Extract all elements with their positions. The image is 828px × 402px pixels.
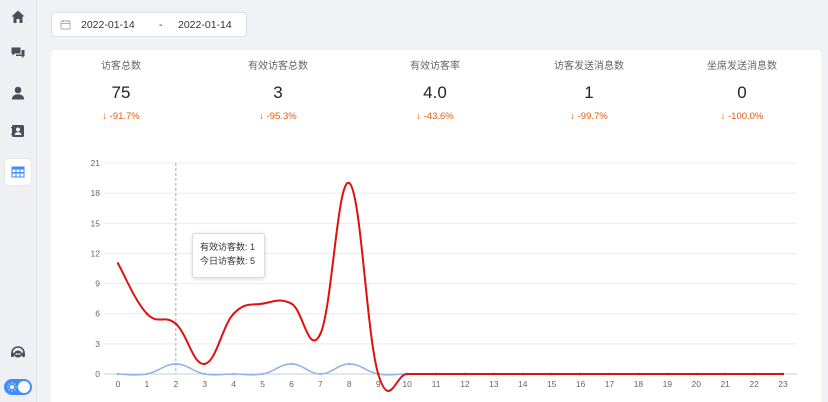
y-tick-label: 21: [91, 158, 101, 168]
x-tick-label: 15: [547, 379, 557, 389]
data-point: [434, 372, 438, 376]
nav-home[interactable]: [5, 4, 31, 30]
theme-toggle[interactable]: [4, 379, 32, 395]
stats-card: 访客总数 75 ↓ -91.7% 有效访客总数 3 ↓ -95.3% 有效访客率…: [51, 50, 821, 402]
x-tick-label: 10: [402, 379, 412, 389]
data-point: [752, 372, 756, 376]
x-tick-label: 7: [318, 379, 323, 389]
data-point: [261, 372, 264, 376]
data-point: [608, 372, 611, 376]
x-tick-label: 16: [576, 379, 586, 389]
home-icon: [11, 10, 25, 23]
x-tick-label: 11: [432, 379, 441, 389]
x-tick-label: 18: [634, 379, 644, 389]
x-tick-label: 6: [289, 379, 294, 389]
date-range-picker[interactable]: 2022-01-14 - 2022-01-14: [51, 12, 247, 37]
end-date[interactable]: 2022-01-14: [178, 19, 232, 31]
data-point: [232, 372, 235, 376]
data-point: [723, 372, 727, 376]
x-tick-label: 4: [231, 379, 236, 389]
y-tick-label: 12: [91, 248, 101, 258]
data-point: [116, 372, 120, 376]
y-tick-label: 9: [95, 279, 100, 289]
x-tick-label: 8: [347, 379, 352, 389]
data-point: [377, 372, 380, 376]
data-point: [637, 372, 640, 376]
x-tick-label: 14: [518, 379, 528, 389]
data-point: [116, 262, 120, 265]
y-tick-label: 3: [95, 339, 100, 349]
main-content: 2022-01-14 - 2022-01-14 访客总数 75 ↓ -91.7%…: [37, 0, 828, 402]
data-point: [319, 332, 322, 336]
visitor-line-chart[interactable]: 0369121518210 1 2 3 4 5 6 7 8 9 10 11 12 13 14 15 16 17 18…: [51, 50, 821, 402]
data-point: [290, 302, 293, 305]
series-line-0: [117, 182, 783, 392]
customer-service-button[interactable]: [5, 340, 31, 366]
nav-messages[interactable]: [5, 40, 31, 66]
contact-card-icon: [11, 125, 24, 137]
x-tick-label: 19: [663, 379, 673, 389]
y-tick-label: 15: [91, 218, 101, 228]
table-grid-icon: [11, 166, 25, 178]
customer-service-icon: [11, 346, 25, 358]
x-tick-label: 5: [260, 379, 265, 389]
data-point: [463, 372, 467, 376]
y-tick-label: 18: [91, 188, 101, 198]
data-point: [695, 372, 698, 376]
data-point: [319, 372, 322, 376]
data-point: [261, 302, 264, 305]
toggle-knob: [18, 381, 30, 393]
data-point: [521, 372, 524, 376]
date-separator: -: [159, 19, 163, 31]
nav-contacts[interactable]: [5, 118, 31, 144]
data-point: [405, 372, 409, 376]
data-point: [781, 372, 785, 376]
data-point: [145, 372, 149, 376]
data-point: [145, 312, 149, 315]
start-date[interactable]: 2022-01-14: [81, 19, 135, 31]
data-point: [174, 362, 178, 366]
chart-tooltip: 有效访客数: 1 今日访客数: 5: [192, 233, 265, 278]
data-point: [348, 181, 351, 185]
data-point: [290, 362, 293, 366]
data-point: [550, 372, 553, 376]
x-tick-label: 1: [145, 379, 150, 389]
calendar-icon: [60, 19, 71, 33]
data-point: [174, 322, 178, 325]
x-tick-label: 21: [720, 379, 730, 389]
tooltip-line-today: 今日访客数: 5: [200, 255, 256, 266]
data-point: [666, 372, 669, 376]
x-tick-label: 12: [460, 379, 470, 389]
data-point: [203, 372, 206, 376]
data-point: [492, 372, 496, 376]
y-tick-label: 0: [95, 369, 100, 379]
tooltip-line-valid: 有效访客数: 1: [200, 242, 256, 252]
x-tick-label: 23: [778, 379, 788, 389]
x-tick-label: 2: [173, 379, 178, 389]
sidebar: [0, 0, 37, 402]
nav-user[interactable]: [5, 80, 31, 106]
user-icon: [11, 86, 25, 100]
x-tick-label: 22: [749, 379, 759, 389]
sun-icon: [6, 381, 18, 393]
x-tick-label: 13: [489, 379, 499, 389]
x-tick-label: 0: [116, 379, 121, 389]
x-tick-label: 17: [605, 379, 615, 389]
x-tick-label: 20: [692, 379, 702, 389]
chat-bubbles-icon: [11, 47, 25, 58]
x-tick-label: 3: [202, 379, 207, 389]
data-point: [232, 312, 235, 315]
data-point: [579, 372, 582, 376]
nav-table[interactable]: [5, 159, 31, 185]
data-point: [348, 362, 351, 366]
y-tick-label: 6: [95, 309, 100, 319]
data-point: [203, 362, 206, 366]
